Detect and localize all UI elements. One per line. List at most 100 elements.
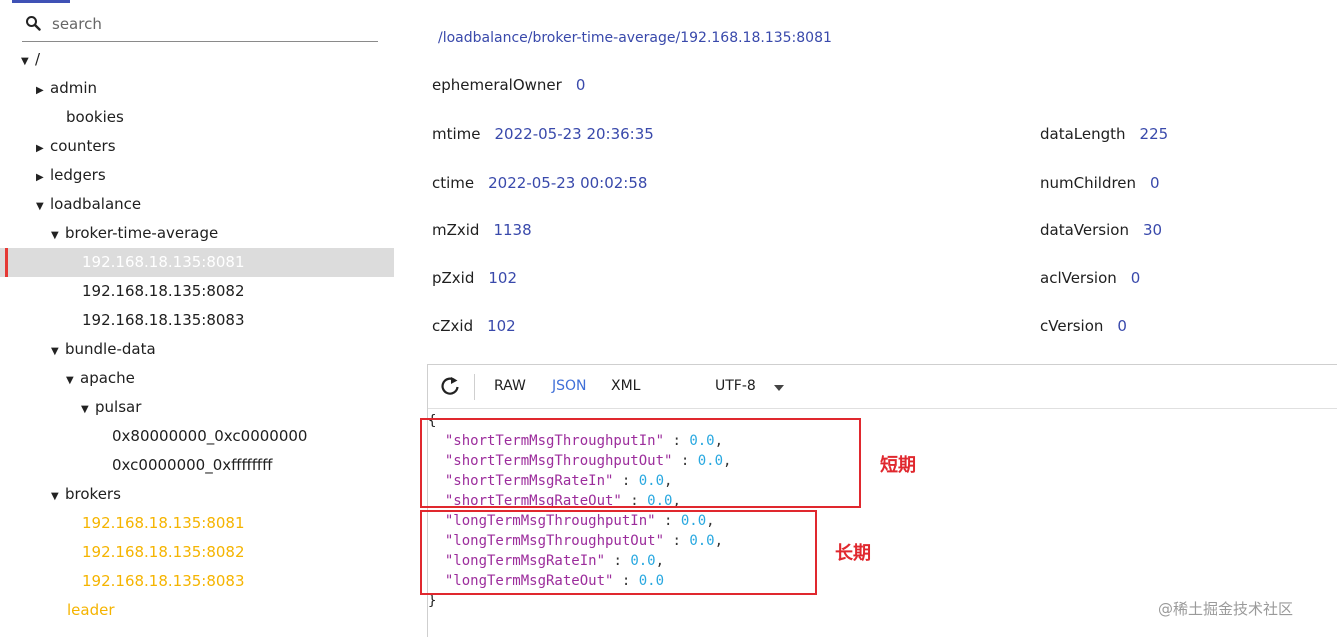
format-xml-button[interactable]: XML <box>611 378 640 394</box>
stat-value: 0 <box>1117 317 1127 335</box>
caret-down-icon[interactable]: ▼ <box>21 47 35 76</box>
tree-item[interactable]: ▼ bundle-data <box>0 335 394 364</box>
tree-item-label: ledgers <box>50 166 106 184</box>
stat-row: mtime 2022-05-23 20:36:35 <box>432 125 654 143</box>
tree-item[interactable]: 192.168.18.135:8081 <box>0 509 394 538</box>
caret-down-icon[interactable]: ▼ <box>36 192 50 221</box>
caret-down-icon[interactable]: ▼ <box>81 395 95 424</box>
caret-right-icon[interactable]: ▶ <box>36 163 50 192</box>
stat-key: numChildren <box>1040 174 1137 192</box>
watermark: @稀土掘金技术社区 <box>1158 600 1294 618</box>
stat-value: 1138 <box>493 221 532 239</box>
tree-item[interactable]: 0xc0000000_0xffffffff <box>0 451 394 480</box>
stat-key: dataVersion <box>1040 221 1129 239</box>
stat-key: cZxid <box>432 317 474 335</box>
long-term-highlight-box <box>420 510 817 595</box>
tree-item[interactable]: ▼ broker-time-average <box>0 219 394 248</box>
tree-item[interactable]: ▼ loadbalance <box>0 190 394 219</box>
tree-item[interactable]: 192.168.18.135:8083 <box>0 306 394 335</box>
short-term-highlight-box <box>420 418 861 508</box>
tree-item-label: counters <box>50 137 116 155</box>
toolbar-separator <box>474 374 475 400</box>
tree-item[interactable]: 192.168.18.135:8081 <box>0 248 394 277</box>
stat-row: ctime 2022-05-23 00:02:58 <box>432 174 647 192</box>
stat-row: cZxid 102 <box>432 317 516 335</box>
tree-item-label: 192.168.18.135:8082 <box>82 543 245 561</box>
tree-item-label: broker-time-average <box>65 224 219 242</box>
tree-item-label: 192.168.18.135:8083 <box>82 311 245 329</box>
format-raw-button[interactable]: RAW <box>494 378 526 394</box>
search-box <box>22 8 378 42</box>
stat-key: mtime <box>432 125 481 143</box>
node-path: /loadbalance/broker-time-average/192.168… <box>438 30 832 46</box>
tree-item-label: 0xc0000000_0xffffffff <box>112 456 273 474</box>
tree-item-label: apache <box>80 369 135 387</box>
stat-key: ctime <box>432 174 475 192</box>
refresh-icon[interactable] <box>440 375 462 399</box>
stat-value: 30 <box>1142 221 1163 239</box>
stat-value: 2022-05-23 00:02:58 <box>488 174 648 192</box>
tree-item[interactable]: ▶ admin <box>0 74 394 103</box>
format-json-button[interactable]: JSON <box>552 378 587 394</box>
tree-item-label: bundle-data <box>65 340 156 358</box>
stat-row: aclVersion 0 <box>1040 269 1140 287</box>
stat-value: 2022-05-23 20:36:35 <box>494 125 654 143</box>
stat-value: 225 <box>1139 125 1169 143</box>
stat-key: cVersion <box>1040 317 1104 335</box>
stat-value: 0 <box>575 76 586 94</box>
tree-item[interactable]: 192.168.18.135:8082 <box>0 277 394 306</box>
stat-row: ephemeralOwner 0 <box>432 76 585 94</box>
tree-item-label: admin <box>50 79 97 97</box>
tree-item[interactable]: ▼ apache <box>0 364 394 393</box>
tree-item[interactable]: leader <box>0 596 394 625</box>
search-input[interactable] <box>52 12 372 36</box>
encoding-select[interactable]: UTF-8 <box>715 378 756 394</box>
tree-item[interactable]: ▶ counters <box>0 132 394 161</box>
tree-item-label: 192.168.18.135:8081 <box>82 253 245 271</box>
tree-item[interactable]: ▶ ledgers <box>0 161 394 190</box>
stat-value: 102 <box>488 269 518 287</box>
tree-item-label: 0x80000000_0xc0000000 <box>112 427 308 445</box>
stat-row: cVersion 0 <box>1040 317 1127 335</box>
tree-item[interactable]: ▼ pulsar <box>0 393 394 422</box>
tree-item[interactable]: 192.168.18.135:8082 <box>0 538 394 567</box>
caret-right-icon[interactable]: ▶ <box>36 134 50 163</box>
stat-value: 0 <box>1130 269 1141 287</box>
stat-key: mZxid <box>432 221 480 239</box>
stat-value: 102 <box>487 317 516 335</box>
tree-item[interactable]: bookies <box>0 103 394 132</box>
tree-item[interactable]: ▼ / <box>0 45 394 74</box>
short-term-annotation: 短期 <box>880 455 916 476</box>
tree-item[interactable]: 192.168.18.135:8083 <box>0 567 394 596</box>
caret-right-icon[interactable]: ▶ <box>36 76 50 105</box>
stat-row: numChildren 0 <box>1040 174 1160 192</box>
tree-item-label: loadbalance <box>50 195 142 213</box>
caret-down-icon[interactable]: ▼ <box>51 221 65 250</box>
tree-item-label: / <box>35 50 41 68</box>
stat-key: pZxid <box>432 269 475 287</box>
tree-item[interactable]: 0x80000000_0xc0000000 <box>0 422 394 451</box>
tree-item-label: 192.168.18.135:8082 <box>82 282 245 300</box>
caret-down-icon[interactable]: ▼ <box>51 482 65 511</box>
stat-row: dataLength 225 <box>1040 125 1168 143</box>
stat-row: dataVersion 30 <box>1040 221 1162 239</box>
search-icon <box>26 16 41 31</box>
chevron-down-icon[interactable] <box>774 385 784 391</box>
tree-item-label: 192.168.18.135:8083 <box>82 572 245 590</box>
tree-item-label: bookies <box>66 108 124 126</box>
tree-item-label: pulsar <box>95 398 142 416</box>
tree-item-label: brokers <box>65 485 121 503</box>
caret-down-icon[interactable]: ▼ <box>66 366 80 395</box>
stat-key: ephemeralOwner <box>432 76 562 94</box>
long-term-annotation: 长期 <box>835 543 871 564</box>
tree-item[interactable]: ▼ brokers <box>0 480 394 509</box>
stat-key: aclVersion <box>1040 269 1117 287</box>
json-brace: } <box>428 593 437 609</box>
tree-item-label: 192.168.18.135:8081 <box>82 514 245 532</box>
caret-down-icon[interactable]: ▼ <box>51 337 65 366</box>
stat-key: dataLength <box>1040 125 1126 143</box>
tree-item-label: leader <box>67 601 115 619</box>
stat-value: 0 <box>1150 174 1160 192</box>
editor-toolbar: RAW JSON XML UTF-8 <box>428 365 1337 409</box>
sidebar: ▼/▶adminbookies▶counters▶ledgers▼loadbal… <box>0 0 394 637</box>
